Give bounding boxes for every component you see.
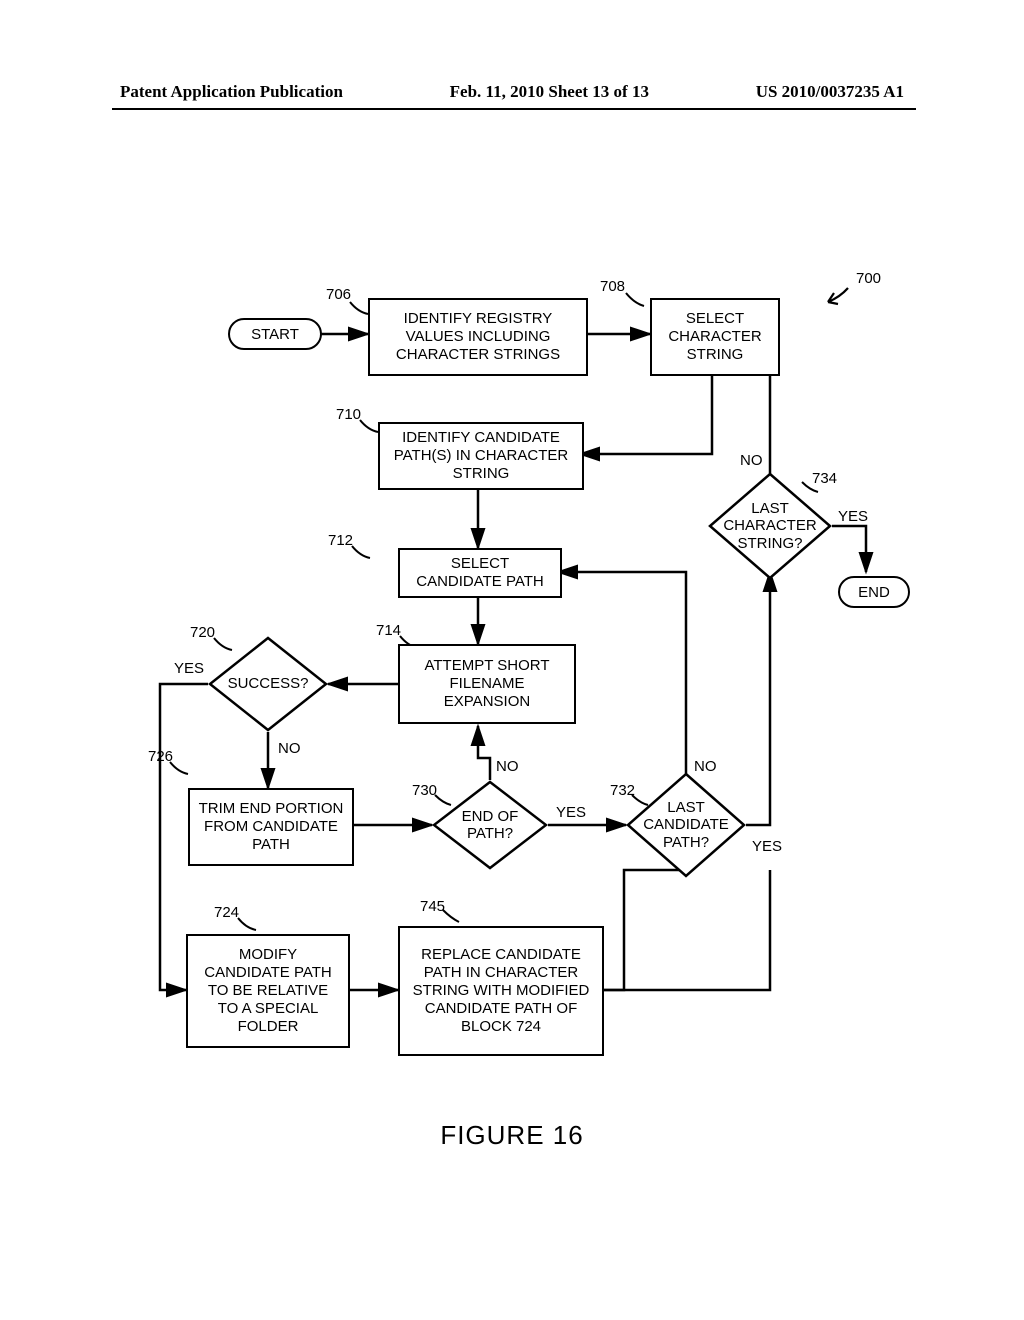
- edge-730-yes: YES: [556, 804, 586, 821]
- process-select-candidate-path: SELECT CANDIDATE PATH: [398, 548, 562, 598]
- header-center: Feb. 11, 2010 Sheet 13 of 13: [450, 82, 649, 102]
- process-724-text: MODIFY CANDIDATE PATH TO BE RELATIVE TO …: [196, 946, 340, 1036]
- decision-end-of-path: END OF PATH?: [432, 780, 548, 870]
- decision-last-character-string: LAST CHARACTER STRING?: [708, 472, 832, 580]
- ref-708: 708: [600, 278, 625, 295]
- decision-730-text: END OF PATH?: [438, 808, 542, 843]
- header-left: Patent Application Publication: [120, 82, 343, 102]
- process-710-text: IDENTIFY CANDIDATE PATH(S) IN CHARACTER …: [388, 429, 574, 483]
- process-modify-candidate-path-relative: MODIFY CANDIDATE PATH TO BE RELATIVE TO …: [186, 934, 350, 1048]
- process-706-text: IDENTIFY REGISTRY VALUES INCLUDING CHARA…: [378, 310, 578, 364]
- end-terminator: END: [838, 576, 910, 608]
- end-label: END: [858, 584, 890, 601]
- edge-734-yes: YES: [838, 508, 868, 525]
- edge-734-no: NO: [740, 452, 763, 469]
- edge-732-no: NO: [694, 758, 717, 775]
- edge-720-yes: YES: [174, 660, 204, 677]
- process-select-character-string: SELECT CHARACTER STRING: [650, 298, 780, 376]
- figure-caption: FIGURE 16: [0, 1120, 1024, 1151]
- start-terminator: START: [228, 318, 322, 350]
- ref-726: 726: [148, 748, 173, 765]
- ref-706: 706: [326, 286, 351, 303]
- edge-730-no: NO: [496, 758, 519, 775]
- process-712-text: SELECT CANDIDATE PATH: [408, 555, 552, 591]
- process-identify-candidate-paths: IDENTIFY CANDIDATE PATH(S) IN CHARACTER …: [378, 422, 584, 490]
- decision-last-candidate-path: LAST CANDIDATE PATH?: [626, 772, 746, 878]
- ref-700: 700: [856, 270, 881, 287]
- ref-732: 732: [610, 782, 635, 799]
- process-745-text: REPLACE CANDIDATE PATH IN CHARACTER STRI…: [408, 946, 594, 1036]
- process-identify-registry-values: IDENTIFY REGISTRY VALUES INCLUDING CHARA…: [368, 298, 588, 376]
- decision-734-text: LAST CHARACTER STRING?: [714, 500, 826, 552]
- header-rule: [112, 108, 916, 110]
- ref-710: 710: [336, 406, 361, 423]
- ref-720: 720: [190, 624, 215, 641]
- edge-720-no: NO: [278, 740, 301, 757]
- process-726-text: TRIM END PORTION FROM CANDIDATE PATH: [198, 800, 344, 854]
- process-trim-end-portion: TRIM END PORTION FROM CANDIDATE PATH: [188, 788, 354, 866]
- header-right: US 2010/0037235 A1: [756, 82, 904, 102]
- process-714-text: ATTEMPT SHORT FILENAME EXPANSION: [408, 657, 566, 711]
- ref-712: 712: [328, 532, 353, 549]
- decision-720-text: SUCCESS?: [228, 675, 309, 692]
- process-708-text: SELECT CHARACTER STRING: [660, 310, 770, 364]
- ref-734: 734: [812, 470, 837, 487]
- ref-730: 730: [412, 782, 437, 799]
- process-attempt-short-filename-expansion: ATTEMPT SHORT FILENAME EXPANSION: [398, 644, 576, 724]
- ref-724: 724: [214, 904, 239, 921]
- page-header: Patent Application Publication Feb. 11, …: [120, 82, 904, 102]
- edge-732-yes: YES: [752, 838, 782, 855]
- decision-success: SUCCESS?: [208, 636, 328, 732]
- process-replace-candidate-path: REPLACE CANDIDATE PATH IN CHARACTER STRI…: [398, 926, 604, 1056]
- ref-714: 714: [376, 622, 401, 639]
- decision-732-text: LAST CANDIDATE PATH?: [632, 799, 740, 851]
- ref-745: 745: [420, 898, 445, 915]
- start-label: START: [251, 326, 299, 343]
